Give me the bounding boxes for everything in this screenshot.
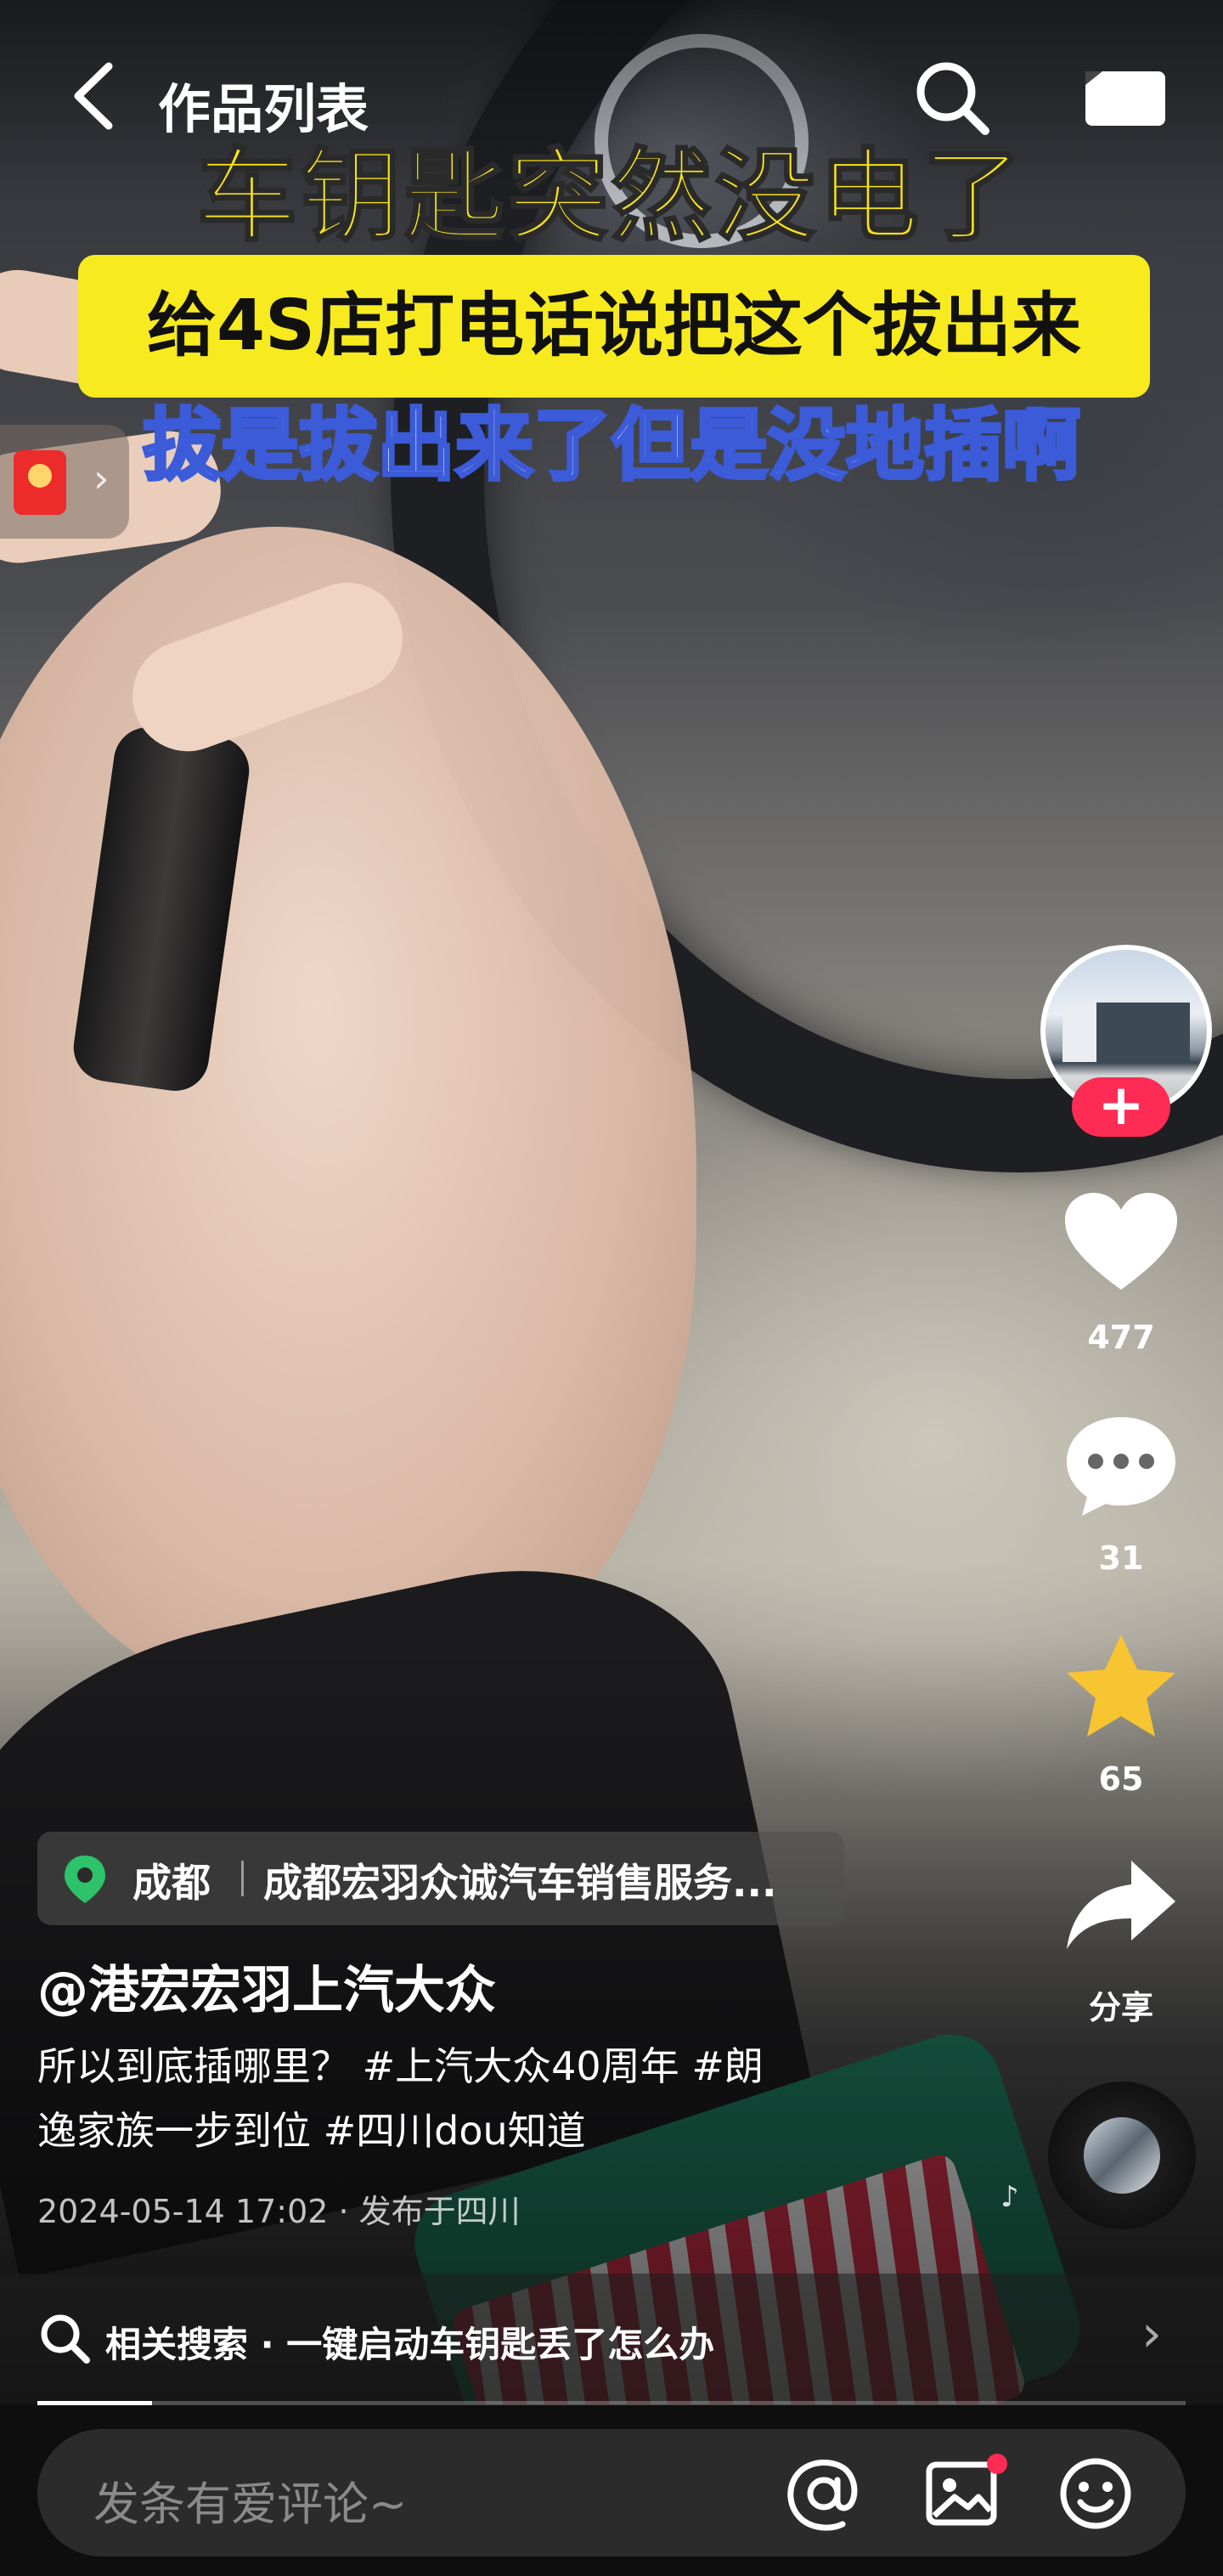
music-disc[interactable] xyxy=(1048,2082,1196,2229)
comment-count: 31 xyxy=(1098,1539,1144,1577)
location-pin-icon xyxy=(65,1856,105,1903)
description-line: 所以到底插哪里？ #上汽大众40周年 #朗 xyxy=(37,2043,764,2089)
publish-time: 2024-05-14 17:02 · 发布于四川 xyxy=(37,2193,521,2230)
chevron-right-icon: › xyxy=(93,455,110,501)
emoji-icon[interactable] xyxy=(1057,2455,1135,2533)
cast-button[interactable] xyxy=(1079,66,1172,134)
video-caption-2: 给4S店打电话说把这个拔出来 xyxy=(78,255,1150,398)
video-description[interactable]: 所以到底插哪里？ #上汽大众40周年 #朗 逸家族一步到位 #四川dou知道 xyxy=(37,2034,870,2163)
heart-icon xyxy=(1065,1193,1177,1290)
red-envelope-button[interactable]: › xyxy=(0,425,129,539)
page-title: 作品列表 xyxy=(158,78,369,140)
video-caption-3: 拔是拔出来了但是没地插啊 xyxy=(141,398,1082,493)
notification-dot xyxy=(987,2454,1007,2474)
at-icon[interactable] xyxy=(785,2455,863,2533)
comment-bar: 发条有爱评论~ xyxy=(0,2405,1223,2576)
music-note-icon: ♪ xyxy=(1000,2180,1019,2214)
comment-button[interactable] xyxy=(1060,1410,1182,1521)
location-tag[interactable]: 成都 成都宏羽众诚汽车销售服务... xyxy=(37,1832,844,1925)
related-search-bar[interactable]: 相关搜索 · 一键启动车钥匙丢了怎么办 › xyxy=(0,2274,1223,2404)
description-line: 逸家族一步到位 #四川dou知道 xyxy=(37,2108,586,2154)
music-cover xyxy=(1084,2117,1160,2194)
share-icon xyxy=(1067,1861,1175,1949)
related-search-text: 相关搜索 · 一键启动车钥匙丢了怎么办 xyxy=(105,2324,715,2365)
search-icon xyxy=(916,62,989,135)
comment-input[interactable]: 发条有爱评论~ xyxy=(37,2429,1186,2556)
share-button[interactable] xyxy=(1060,1852,1182,1963)
favorite-button[interactable] xyxy=(1060,1631,1182,1742)
tv-icon xyxy=(1085,71,1165,126)
search-icon xyxy=(41,2314,90,2364)
search-button[interactable] xyxy=(910,56,995,141)
location-city: 成都 xyxy=(132,1860,211,1906)
like-button[interactable] xyxy=(1060,1189,1182,1300)
favorite-count: 65 xyxy=(1098,1760,1144,1798)
envelope-seal xyxy=(28,464,52,488)
star-icon xyxy=(1067,1635,1175,1737)
back-button[interactable] xyxy=(61,58,129,134)
follow-button[interactable]: + xyxy=(1072,1077,1170,1137)
chevron-right-icon: › xyxy=(1141,2304,1162,2364)
divider xyxy=(241,1861,244,1896)
author-name[interactable]: @港宏宏羽上汽大众 xyxy=(37,1949,496,2023)
comment-icon xyxy=(1067,1417,1175,1516)
location-name: 成都宏羽众诚汽车销售服务... xyxy=(263,1860,777,1906)
chevron-left-icon xyxy=(74,62,113,130)
video-caption-1: 车钥匙突然没电了 xyxy=(195,138,1026,255)
comment-placeholder: 发条有爱评论~ xyxy=(93,2477,408,2531)
like-count: 477 xyxy=(1087,1319,1155,1356)
share-label: 分享 xyxy=(1088,1989,1153,2026)
